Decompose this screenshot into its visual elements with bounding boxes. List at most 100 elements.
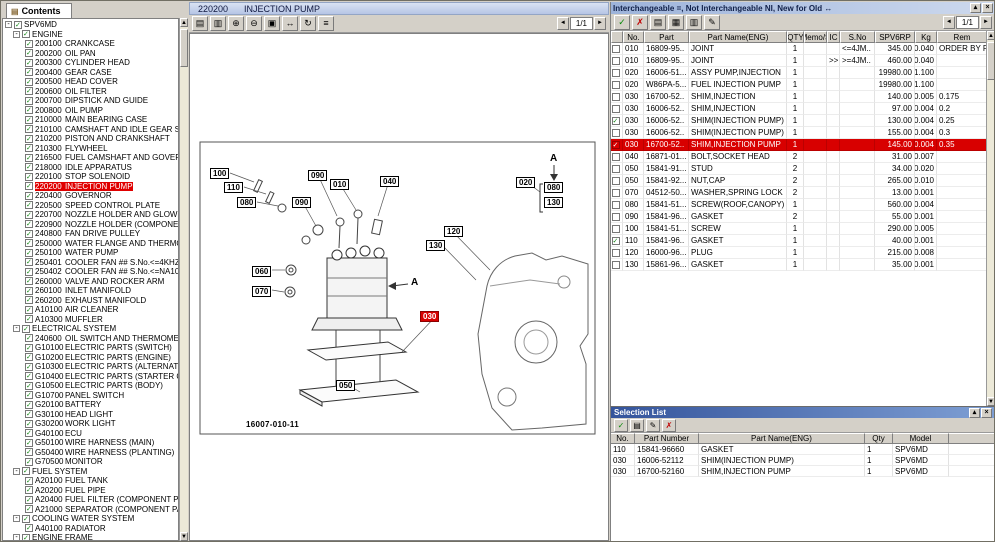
- part-callout-080[interactable]: 080: [237, 197, 256, 208]
- scroll-thumb[interactable]: [180, 29, 188, 67]
- tree-checkbox[interactable]: [25, 230, 33, 238]
- page-next-button[interactable]: ►: [594, 17, 606, 30]
- cancel-cross-icon[interactable]: ✗: [632, 15, 648, 30]
- tree-section-electrical-system[interactable]: -ELECTRICAL SYSTEM: [3, 324, 178, 334]
- tree-checkbox[interactable]: [25, 40, 33, 48]
- part-callout-130[interactable]: 130: [544, 197, 563, 208]
- tree-item[interactable]: A20200FUEL PIPE: [3, 486, 178, 496]
- tree-checkbox[interactable]: [25, 363, 33, 371]
- parts-table-row[interactable]: 12016000-96...PLUG1215.000.008: [611, 247, 987, 259]
- grid-view-icon[interactable]: ▦: [668, 15, 684, 30]
- tree-checkbox[interactable]: [25, 344, 33, 352]
- tree-item[interactable]: G40100ECU: [3, 429, 178, 439]
- tree-item[interactable]: 200500HEAD COVER: [3, 77, 178, 87]
- part-callout-120[interactable]: 120: [444, 226, 463, 237]
- tree-item[interactable]: G10700PANEL SWITCH: [3, 391, 178, 401]
- part-callout-090[interactable]: 090: [308, 170, 327, 181]
- row-checkbox[interactable]: [612, 141, 620, 149]
- tree-item[interactable]: G20100BATTERY: [3, 400, 178, 410]
- part-callout-020[interactable]: 020: [516, 177, 535, 188]
- tree-section-engine-frame[interactable]: -ENGINE FRAME: [3, 533, 178, 541]
- tree-checkbox[interactable]: [25, 439, 33, 447]
- part-callout-090[interactable]: 090: [292, 197, 311, 208]
- tree-item[interactable]: 250000WATER FLANGE AND THERMOS: [3, 239, 178, 249]
- tab-contents[interactable]: ▤ Contents: [6, 3, 72, 18]
- detail-view-label[interactable]: A: [409, 278, 420, 288]
- tree-checkbox[interactable]: [25, 296, 33, 304]
- row-checkbox[interactable]: [612, 213, 620, 221]
- part-callout-030[interactable]: 030: [420, 311, 439, 322]
- tree-expander-icon[interactable]: -: [13, 534, 20, 541]
- tree-item[interactable]: 260000VALVE AND ROCKER ARM: [3, 277, 178, 287]
- tree-checkbox[interactable]: [25, 59, 33, 67]
- row-checkbox[interactable]: [612, 165, 620, 173]
- tree-checkbox[interactable]: [25, 420, 33, 428]
- parts-table-row[interactable]: 04016871-01...BOLT,SOCKET HEAD231.000.00…: [611, 151, 987, 163]
- parts-table-row[interactable]: 03016006-52..SHIM(INJECTION PUMP)1155.00…: [611, 127, 987, 139]
- tree-checkbox[interactable]: [25, 382, 33, 390]
- row-checkbox[interactable]: [612, 81, 620, 89]
- tree-item[interactable]: 260200EXHAUST MANIFOLD: [3, 296, 178, 306]
- tree-item[interactable]: A20400FUEL FILTER (COMPONENT PAR: [3, 495, 178, 505]
- parts-table-row[interactable]: 01016809-95..JOINT1<=4JM..345.000.040ORD…: [611, 43, 987, 55]
- tree-checkbox[interactable]: [25, 496, 33, 504]
- tree-checkbox[interactable]: [25, 410, 33, 418]
- print-icon[interactable]: ▤: [192, 16, 208, 31]
- row-checkbox[interactable]: [612, 249, 620, 257]
- rotate-icon[interactable]: ↻: [300, 16, 316, 31]
- row-checkbox[interactable]: [612, 57, 620, 65]
- tree-checkbox[interactable]: [25, 211, 33, 219]
- tree-item[interactable]: G30200WORK LIGHT: [3, 419, 178, 429]
- tree-item[interactable]: 220400GOVERNOR: [3, 191, 178, 201]
- part-callout-040[interactable]: 040: [380, 176, 399, 187]
- collapse-button[interactable]: ▴: [970, 3, 981, 13]
- tree-item[interactable]: G70500MONITOR: [3, 457, 178, 467]
- tree-expander-icon[interactable]: -: [13, 515, 20, 522]
- scroll-track[interactable]: [987, 40, 995, 397]
- tree-item[interactable]: 200800OIL PUMP: [3, 106, 178, 116]
- tree-checkbox[interactable]: [25, 201, 33, 209]
- list-view-icon[interactable]: ▤: [650, 15, 666, 30]
- row-checkbox[interactable]: [612, 153, 620, 161]
- selection-table-row[interactable]: 03016006-52112SHIM(INJECTION PUMP)1SPV6M…: [611, 455, 995, 466]
- tree-checkbox[interactable]: [25, 97, 33, 105]
- tree-item[interactable]: A21000SEPARATOR (COMPONENT PAR: [3, 505, 178, 515]
- part-callout-010[interactable]: 010: [330, 179, 349, 190]
- zoom-fit-icon[interactable]: ▣: [264, 16, 280, 31]
- row-checkbox[interactable]: [612, 261, 620, 269]
- row-checkbox[interactable]: [612, 69, 620, 77]
- detail-view-label[interactable]: A: [548, 154, 559, 164]
- part-callout-080[interactable]: 080: [544, 182, 563, 193]
- scroll-down-icon[interactable]: ▼: [987, 397, 995, 406]
- parts-table-row[interactable]: 10015841-51...SCREW1290.000.005: [611, 223, 987, 235]
- close-button[interactable]: ×: [982, 3, 993, 13]
- export-icon[interactable]: ▥: [210, 16, 226, 31]
- page-prev-button[interactable]: ◄: [557, 17, 569, 30]
- part-callout-100[interactable]: 100: [210, 168, 229, 179]
- row-checkbox[interactable]: [612, 201, 620, 209]
- parts-table-row[interactable]: 05015841-92...NUT,CAP2265.000.010: [611, 175, 987, 187]
- tree-item[interactable]: 200600OIL FILTER: [3, 87, 178, 97]
- parts-table-row[interactable]: 03016700-52..SHIM,INJECTION1140.000.0050…: [611, 91, 987, 103]
- parts-table-row[interactable]: 07004512-50...WASHER,SPRING LOCK213.000.…: [611, 187, 987, 199]
- row-checkbox[interactable]: [612, 129, 620, 137]
- row-checkbox[interactable]: [612, 189, 620, 197]
- parts-table-row[interactable]: 01016809-95..JOINT1>>>=4JM..460.000.040: [611, 55, 987, 67]
- tree-item[interactable]: 218000IDLE APPARATUS: [3, 163, 178, 173]
- tree-checkbox[interactable]: [25, 49, 33, 57]
- parts-table-row[interactable]: 08015841-51...SCREW(ROOF,CANOPY)1560.000…: [611, 199, 987, 211]
- tree-checkbox[interactable]: [25, 524, 33, 532]
- tree-checkbox[interactable]: [14, 21, 22, 29]
- part-callout-070[interactable]: 070: [252, 286, 271, 297]
- tree-expander-icon[interactable]: -: [13, 325, 20, 332]
- tree-item[interactable]: A10100AIR CLEANER: [3, 305, 178, 315]
- confirm-check-icon[interactable]: ✓: [614, 15, 630, 30]
- tree-checkbox[interactable]: [25, 220, 33, 228]
- scroll-track[interactable]: [180, 27, 188, 532]
- tree-section-cooling-water-system[interactable]: -COOLING WATER SYSTEM: [3, 514, 178, 524]
- page-prev-button[interactable]: ◄: [943, 16, 955, 29]
- tree-checkbox[interactable]: [25, 277, 33, 285]
- selection-table-row[interactable]: 11015841-96660GASKET1SPV6MD: [611, 444, 995, 455]
- tree-item[interactable]: G30100HEAD LIGHT: [3, 410, 178, 420]
- close-button[interactable]: ×: [981, 408, 992, 418]
